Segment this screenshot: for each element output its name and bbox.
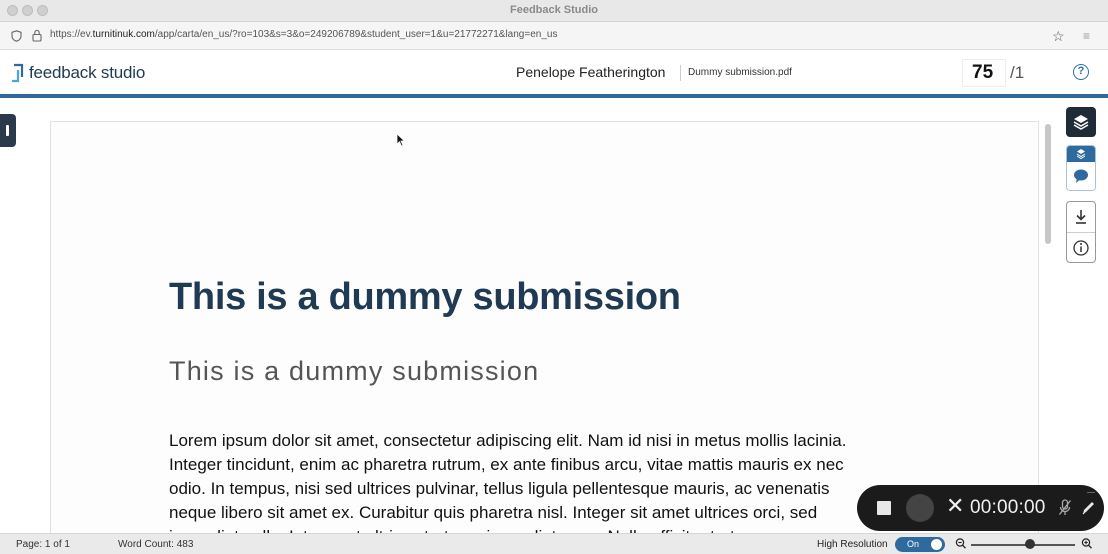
url-domain: turnitinuk.com — [92, 29, 155, 40]
download-icon[interactable] — [1067, 202, 1095, 232]
browser-url-bar: https://ev.turnitinuk.com/app/carta/en_u… — [0, 22, 1108, 50]
info-icon[interactable] — [1067, 233, 1095, 263]
recorder-drag-handle[interactable] — [1087, 492, 1095, 493]
document-scrollbar[interactable] — [1045, 124, 1051, 244]
zoom-out-icon[interactable] — [955, 537, 967, 551]
cancel-recording-icon[interactable]: ✕ — [946, 493, 964, 519]
stop-recording-button[interactable] — [877, 501, 891, 515]
bookmark-star-icon[interactable]: ☆ — [1052, 28, 1065, 45]
logo-text: feedback studio — [29, 63, 146, 82]
document-heading-2: This is a dummy submission — [169, 356, 540, 386]
url-input[interactable]: https://ev.turnitinuk.com/app/carta/en_u… — [50, 29, 557, 40]
comment-bubble-icon — [1074, 169, 1088, 183]
header-divider — [680, 65, 681, 81]
submission-file-name: Dummy submission.pdf — [688, 67, 792, 78]
zoom-in-icon[interactable] — [1081, 537, 1093, 551]
body-line: Lorem ipsum dolor sit amet, consectetur … — [169, 431, 847, 450]
body-line: Integer tincidunt, enim ac pharetra rutr… — [169, 455, 844, 474]
utility-tool-group — [1066, 201, 1096, 263]
lock-icon[interactable] — [32, 29, 42, 42]
toggle-knob — [931, 539, 942, 550]
shield-icon[interactable] — [11, 30, 22, 42]
word-count: Word Count: 483 — [118, 539, 194, 550]
body-line: odio. In tempus, nisi sed ultrices pulvi… — [169, 479, 830, 498]
feedback-layer-group — [1066, 145, 1096, 191]
zoom-slider[interactable] — [971, 544, 1075, 546]
side-panel-toggle[interactable] — [0, 114, 16, 147]
student-name: Penelope Featherington — [516, 64, 666, 80]
status-bar: Page: 1 of 1 Word Count: 483 High Resolu… — [0, 533, 1108, 554]
score-value: 75 — [972, 62, 994, 83]
page-indicator: Page: 1 of 1 — [16, 539, 70, 550]
layer-toggle-button[interactable] — [1067, 146, 1095, 162]
mouse-cursor-icon — [396, 133, 406, 147]
window-title: Feedback Studio — [509, 4, 599, 16]
app-window: Feedback Studio https://ev.turnitinuk.co… — [0, 0, 1108, 554]
app-header: feedback studio Penelope Featherington D… — [0, 51, 1108, 95]
feedback-studio-logo-icon — [12, 63, 24, 83]
toggle-state: On — [907, 539, 920, 549]
document-body: Lorem ipsum dolor sit amet, consectetur … — [169, 429, 919, 549]
screen-recorder-widget: ✕ 00:00:00 — [857, 485, 1104, 531]
high-resolution-toggle[interactable]: On — [895, 537, 945, 552]
body-line: neque libero sit amet ex. Curabitur quis… — [169, 503, 818, 522]
high-resolution-label: High Resolution — [817, 539, 888, 550]
recording-timer: 00:00:00 — [970, 497, 1046, 518]
layers-button[interactable] — [1066, 107, 1096, 137]
url-path: /app/carta/en_us/?ro=103&s=3&o=249206789… — [154, 29, 558, 40]
layers-icon — [1073, 115, 1089, 130]
window-titlebar: Feedback Studio — [0, 0, 1108, 22]
help-icon[interactable]: ? — [1073, 64, 1089, 80]
zoom-slider-handle[interactable] — [1025, 539, 1035, 549]
url-prefix: https://ev. — [50, 29, 93, 40]
document-heading-1: This is a dummy submission — [169, 276, 681, 318]
score-total: /1 — [1010, 63, 1025, 82]
record-button[interactable] — [906, 494, 934, 522]
microphone-muted-icon[interactable] — [1058, 499, 1072, 517]
annotate-pen-icon[interactable] — [1080, 499, 1096, 517]
small-layers-icon — [1076, 149, 1086, 160]
browser-menu-icon[interactable]: ≡ — [1083, 29, 1090, 43]
comments-button[interactable] — [1067, 162, 1095, 190]
